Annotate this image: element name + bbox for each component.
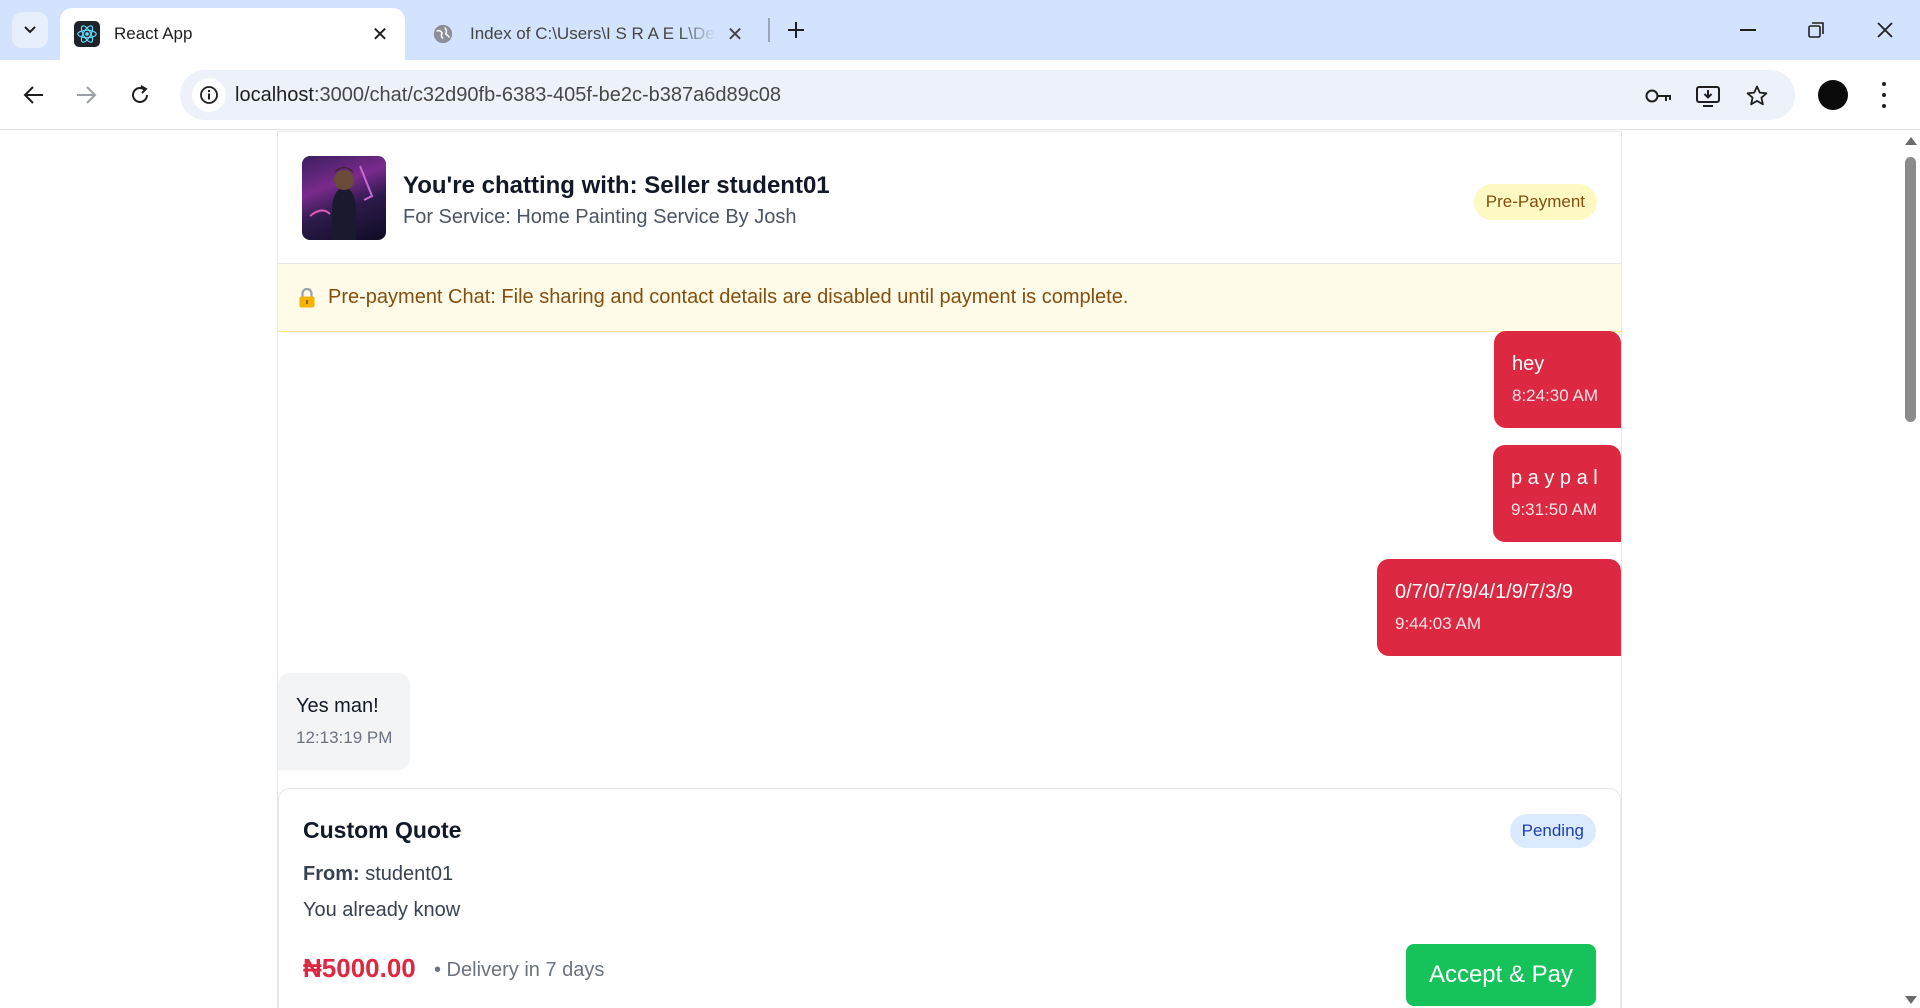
payment-status-badge: Pre-Payment <box>1473 184 1597 220</box>
prepayment-notice: Pre-payment Chat: File sharing and conta… <box>278 264 1621 332</box>
quote-delivery: • Delivery in 7 days <box>434 959 605 981</box>
close-tab-icon[interactable]: ✕ <box>724 23 746 46</box>
minimize-button[interactable] <box>1725 10 1771 50</box>
site-info-icon[interactable] <box>192 78 226 112</box>
arrow-left-icon <box>23 86 43 104</box>
restore-icon <box>1808 22 1824 38</box>
lock-icon <box>298 287 316 309</box>
reload-button[interactable] <box>122 77 158 113</box>
message-bubble-sent: p a y p a l 9:31:50 AM <box>1493 445 1621 542</box>
message-text: p a y p a l <box>1511 467 1598 489</box>
arrow-right-icon <box>77 86 97 104</box>
browser-tab-bar: React App ✕ Index of C:\Users\I S R A E … <box>0 0 1920 60</box>
scroll-down-arrow-icon[interactable] <box>1905 996 1917 1004</box>
quote-price: ₦5000.00 <box>303 953 416 983</box>
scrollbar-thumb[interactable] <box>1905 157 1916 422</box>
custom-quote-card: Custom Quote Pending From: student01 You… <box>278 788 1621 1008</box>
tab-react-app[interactable]: React App ✕ <box>60 8 405 60</box>
accept-and-pay-button[interactable]: Accept & Pay <box>1406 944 1596 1006</box>
tab-search-button[interactable] <box>12 12 48 48</box>
tab-separator <box>768 18 770 42</box>
url-path: :3000/chat/c32d90fb-6383-405f-be2c-b387a… <box>313 84 781 106</box>
message-bubble-sent: hey 8:24:30 AM <box>1494 331 1621 428</box>
new-tab-button[interactable] <box>780 14 812 46</box>
browser-toolbar: localhost:3000/chat/c32d90fb-6383-405f-b… <box>0 60 1920 130</box>
message-time: 9:31:50 AM <box>1511 500 1598 519</box>
url-text[interactable]: localhost:3000/chat/c32d90fb-6383-405f-b… <box>235 84 781 107</box>
reload-icon <box>132 85 148 103</box>
quote-status-badge: Pending <box>1509 814 1596 848</box>
react-icon <box>74 21 100 47</box>
chat-title: You're chatting with: Seller student01 <box>403 172 830 199</box>
page-scrollbar[interactable] <box>1900 131 1920 1008</box>
quote-description: You already know <box>303 899 461 921</box>
message-time: 12:13:19 PM <box>296 728 393 747</box>
message-text: Yes man! <box>296 695 379 717</box>
minimize-icon <box>1740 29 1756 31</box>
chat-header: You're chatting with: Seller student01 F… <box>278 131 1621 264</box>
install-app-icon[interactable] <box>1694 82 1722 110</box>
back-button[interactable] <box>16 77 52 113</box>
seller-avatar <box>302 156 386 240</box>
message-time: 9:44:03 AM <box>1395 614 1482 633</box>
message-text: hey <box>1512 353 1545 375</box>
notice-text: Pre-payment Chat: File sharing and conta… <box>328 286 1129 308</box>
chat-service-subtitle: For Service: Home Painting Service By Jo… <box>403 206 797 228</box>
message-text: 0/7/0/7/9/4/1/9/7/3/9 <box>1395 581 1573 603</box>
message-time: 8:24:30 AM <box>1512 386 1599 405</box>
key-icon[interactable] <box>1645 82 1673 110</box>
globe-icon <box>430 21 456 47</box>
close-icon <box>1877 22 1893 38</box>
chevron-down-icon <box>24 26 36 34</box>
address-bar[interactable]: localhost:3000/chat/c32d90fb-6383-405f-b… <box>180 70 1795 120</box>
tab-index-of[interactable]: Index of C:\Users\I S R A E L\Desktop ✕ <box>418 8 758 60</box>
close-tab-icon[interactable]: ✕ <box>369 23 391 46</box>
browser-menu-icon[interactable] <box>1872 78 1896 112</box>
profile-avatar[interactable] <box>1818 80 1848 110</box>
tab-title: React App <box>114 24 193 43</box>
quote-from-value: student01 <box>365 863 454 885</box>
restore-button[interactable] <box>1793 10 1839 50</box>
plus-icon <box>788 22 804 38</box>
url-host: localhost <box>235 84 314 106</box>
bookmark-star-icon[interactable] <box>1743 82 1771 110</box>
chat-panel: You're chatting with: Seller student01 F… <box>277 131 1622 1008</box>
tab-title: Index of C:\Users\I S R A E L\Desktop <box>470 24 716 43</box>
page-viewport: You're chatting with: Seller student01 F… <box>0 131 1920 1008</box>
close-window-button[interactable] <box>1862 10 1908 50</box>
message-bubble-received: Yes man! 12:13:19 PM <box>278 673 410 770</box>
message-bubble-sent: 0/7/0/7/9/4/1/9/7/3/9 9:44:03 AM <box>1377 559 1621 656</box>
quote-title: Custom Quote <box>303 817 462 843</box>
forward-button[interactable] <box>68 77 104 113</box>
scroll-up-arrow-icon[interactable] <box>1905 137 1917 145</box>
quote-from: From: student01 <box>303 863 453 886</box>
quote-from-label: From: <box>303 863 360 885</box>
